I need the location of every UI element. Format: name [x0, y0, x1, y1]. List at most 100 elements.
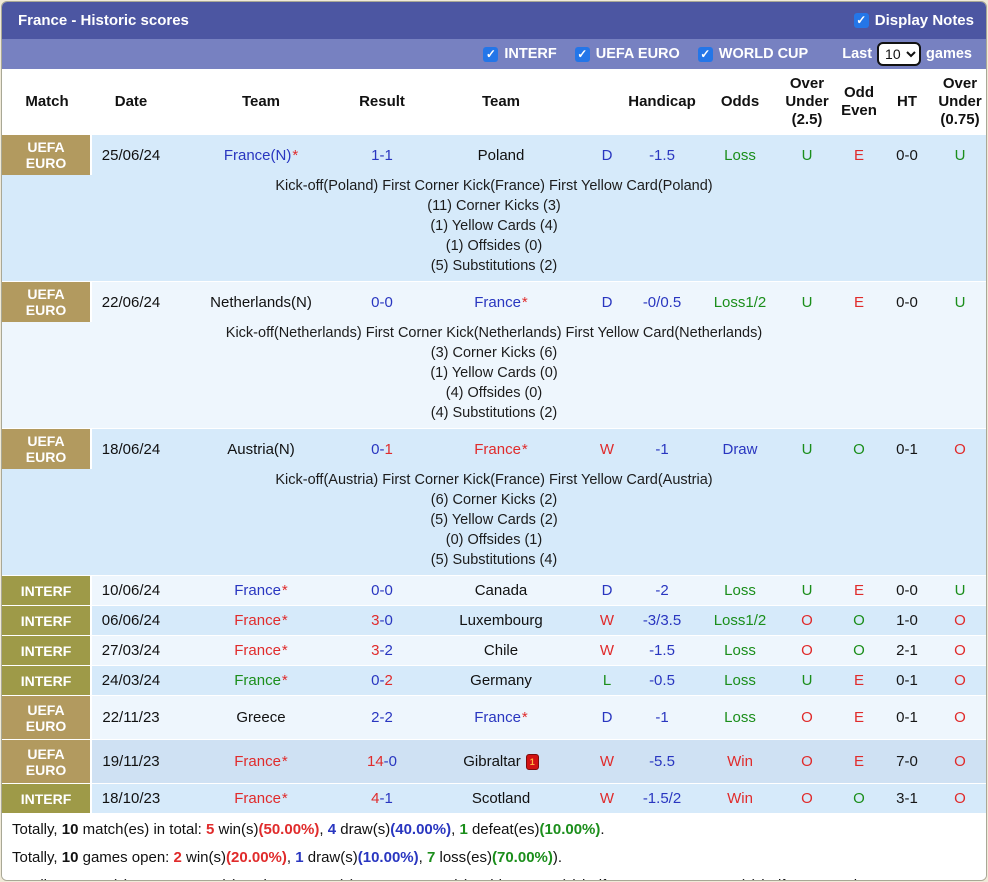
team-name: France [234, 612, 281, 629]
odds-cell: Win [700, 740, 780, 783]
league-badge: UEFAEURO [2, 282, 92, 322]
stat-line: (1) Offsides (0) [2, 236, 986, 256]
team-name: France [234, 753, 281, 770]
ht-cell: 7-0 [884, 740, 930, 783]
team-name: Austria(N) [227, 441, 295, 458]
match-block: INTERF18/10/23France*4-1ScotlandW-1.5/2W… [2, 783, 986, 813]
first-events-line: Kick-off(Netherlands) First Corner Kick(… [2, 323, 986, 343]
uefa-euro-checkbox[interactable]: ✓ [575, 47, 590, 62]
odds-cell: Loss1/2 [700, 606, 780, 635]
match-row[interactable]: INTERF18/10/23France*4-1ScotlandW-1.5/2W… [2, 784, 986, 813]
col-header-team1: Team [170, 69, 352, 135]
match-block: INTERF10/06/24France*0-0CanadaD-2LossUE0… [2, 575, 986, 605]
team-name: Germany [470, 672, 532, 689]
display-notes-label: Display Notes [875, 12, 974, 29]
match-block: INTERF24/03/24France*0-2GermanyL-0.5Loss… [2, 665, 986, 695]
wdl-cell: W [590, 606, 624, 635]
last-label: Last [842, 46, 872, 62]
match-row[interactable]: INTERF10/06/24France*0-0CanadaD-2LossUE0… [2, 576, 986, 605]
team-name: France [234, 790, 281, 807]
odds-cell: Loss [700, 135, 780, 175]
summary-line-total: Totally, 10 match(es) in total: 5 win(s)… [2, 816, 986, 844]
team-name: Greece [236, 709, 285, 726]
match-row[interactable]: UEFAEURO22/11/23Greece2-2France*D-1LossO… [2, 696, 986, 739]
home-team-cell: France(N)* [170, 135, 352, 175]
match-row[interactable]: INTERF24/03/24France*0-2GermanyL-0.5Loss… [2, 666, 986, 695]
red-card-icon: 1 [526, 754, 539, 770]
over-under-075-cell: U [930, 576, 987, 605]
interf-checkbox[interactable]: ✓ [483, 47, 498, 62]
match-row[interactable]: UEFAEURO22/06/24Netherlands(N)0-0France*… [2, 282, 986, 322]
stat-line: (1) Yellow Cards (4) [2, 216, 986, 236]
away-team-cell: Canada [412, 576, 590, 605]
away-team-cell: Luxembourg [412, 606, 590, 635]
match-row[interactable]: UEFAEURO19/11/23France*14-0Gibraltar1W-5… [2, 740, 986, 783]
stat-line: (5) Substitutions (4) [2, 550, 986, 570]
odds-cell: Loss [700, 636, 780, 665]
result-cell: 2-2 [352, 696, 412, 739]
date-cell: 27/03/24 [92, 636, 170, 665]
col-header-handicap: Handicap [624, 69, 700, 135]
wdl-cell: D [590, 696, 624, 739]
team-name: France [474, 294, 521, 311]
team-name: Poland [478, 147, 525, 164]
col-header-result: Result [352, 69, 412, 135]
ht-cell: 0-0 [884, 282, 930, 322]
league-badge: UEFAEURO [2, 740, 92, 783]
over-under-25-cell: O [780, 784, 834, 813]
ht-cell: 0-0 [884, 576, 930, 605]
odd-even-cell: O [834, 429, 884, 469]
team-star-marker: * [522, 294, 528, 311]
display-notes-checkbox[interactable]: ✓ [854, 13, 869, 28]
odds-cell: Loss [700, 666, 780, 695]
home-team-cell: France* [170, 576, 352, 605]
handicap-cell: -0/0.5 [624, 282, 700, 322]
odd-even-cell: O [834, 636, 884, 665]
league-badge: INTERF [2, 606, 92, 635]
away-team-cell: Chile [412, 636, 590, 665]
team-name: France(N) [224, 147, 292, 164]
over-under-075-cell: O [930, 696, 987, 739]
league-badge: INTERF [2, 576, 92, 605]
first-events-line: Kick-off(Poland) First Corner Kick(Franc… [2, 176, 986, 196]
handicap-cell: -2 [624, 576, 700, 605]
match-row[interactable]: INTERF06/06/24France*3-0LuxembourgW-3/3.… [2, 606, 986, 635]
match-row[interactable]: INTERF27/03/24France*3-2ChileW-1.5LossOO… [2, 636, 986, 665]
home-team-cell: France* [170, 784, 352, 813]
ht-cell: 0-1 [884, 696, 930, 739]
home-team-cell: Austria(N) [170, 429, 352, 469]
last-games-select[interactable]: 10 [877, 42, 921, 66]
result-cell: 14-0 [352, 740, 412, 783]
team-name: Scotland [472, 790, 530, 807]
team-name: Chile [484, 642, 518, 659]
match-row[interactable]: UEFAEURO18/06/24Austria(N)0-1France*W-1D… [2, 429, 986, 469]
result-cell: 4-1 [352, 784, 412, 813]
date-cell: 18/06/24 [92, 429, 170, 469]
ht-cell: 0-0 [884, 135, 930, 175]
match-row[interactable]: UEFAEURO25/06/24France(N)*1-1PolandD-1.5… [2, 135, 986, 175]
home-team-cell: France* [170, 666, 352, 695]
team-name: France [474, 709, 521, 726]
over-under-25-cell: O [780, 740, 834, 783]
over-under-075-cell: O [930, 606, 987, 635]
handicap-cell: -1.5/2 [624, 784, 700, 813]
team-star-marker: * [282, 753, 288, 770]
home-team-cell: France* [170, 636, 352, 665]
handicap-cell: -1 [624, 429, 700, 469]
summary-section: Totally, 10 match(es) in total: 5 win(s)… [2, 813, 986, 881]
wdl-cell: D [590, 135, 624, 175]
over-under-075-cell: U [930, 135, 987, 175]
date-cell: 22/06/24 [92, 282, 170, 322]
result-cell: 3-2 [352, 636, 412, 665]
stat-line: (0) Offsides (1) [2, 530, 986, 550]
over-under-075-cell: O [930, 636, 987, 665]
world-cup-checkbox[interactable]: ✓ [698, 47, 713, 62]
team-name: France [234, 642, 281, 659]
team-star-marker: * [282, 790, 288, 807]
over-under-25-cell: U [780, 135, 834, 175]
wdl-cell: L [590, 666, 624, 695]
away-team-cell: Germany [412, 666, 590, 695]
odd-even-cell: O [834, 784, 884, 813]
historic-scores-panel: France - Historic scores ✓ Display Notes… [1, 1, 987, 881]
col-header-odds: Odds [700, 69, 780, 135]
